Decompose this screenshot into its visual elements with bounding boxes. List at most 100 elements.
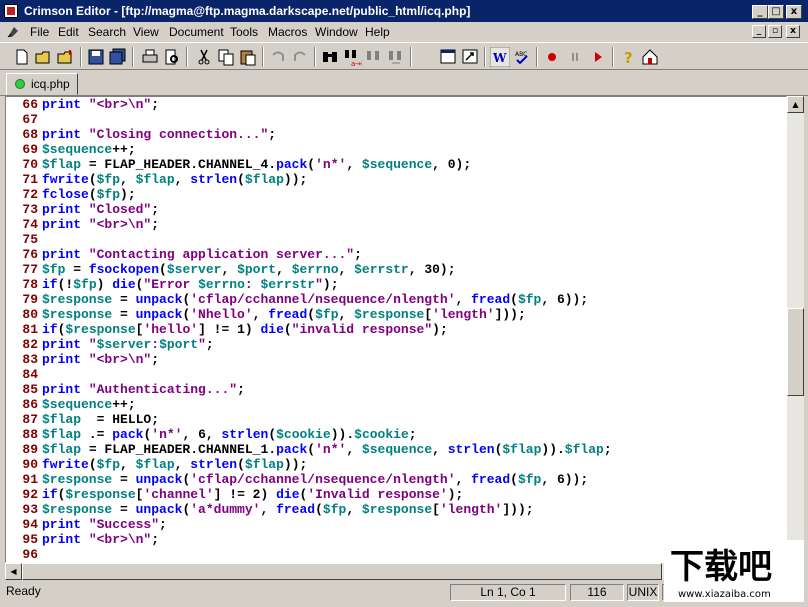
- menu-file[interactable]: File: [30, 25, 49, 39]
- line-number: 83: [22, 352, 38, 367]
- save-icon[interactable]: [86, 47, 106, 67]
- menu-window[interactable]: Window: [315, 25, 358, 39]
- ftp-icon[interactable]: [460, 47, 480, 67]
- print-icon[interactable]: [140, 47, 160, 67]
- horizontal-scroll-thumb[interactable]: [22, 563, 662, 580]
- help-icon[interactable]: ?: [618, 47, 638, 67]
- spell-check-icon[interactable]: ABC: [512, 47, 532, 67]
- find-next-icon[interactable]: a→b: [342, 47, 362, 67]
- watermark-url: www.xiazaiba.com: [678, 589, 771, 600]
- code-text: $sequence++;: [42, 142, 136, 157]
- code-text: print "<br>\n";: [42, 97, 160, 112]
- menu-edit[interactable]: Edit: [58, 25, 79, 39]
- code-text: print "<br>\n";: [42, 217, 160, 232]
- play-macro-icon[interactable]: [588, 47, 608, 67]
- code-text: if(!$fp) die("Error $errno: $errstr");: [42, 277, 339, 292]
- print-preview-icon[interactable]: [162, 47, 182, 67]
- code-text: if($response['hello'] != 1) die("invalid…: [42, 322, 448, 337]
- undo-icon[interactable]: [268, 47, 288, 67]
- status-message: Ready: [6, 584, 41, 598]
- line-number: 85: [22, 382, 38, 397]
- home-icon[interactable]: [640, 47, 660, 67]
- menu-help[interactable]: Help: [365, 25, 390, 39]
- minimize-button[interactable]: _: [752, 5, 768, 19]
- code-text: print "Contacting application server..."…: [42, 247, 362, 262]
- line-number: 87: [22, 412, 38, 427]
- vertical-scrollbar[interactable]: ▲ ▼: [787, 96, 804, 563]
- cut-icon[interactable]: [194, 47, 214, 67]
- toolbar-separator: [132, 47, 134, 67]
- menu-document[interactable]: Document: [169, 25, 224, 39]
- goto-icon[interactable]: [386, 47, 406, 67]
- toolbar: a→b W ABC ?: [0, 42, 808, 70]
- toolbar-separator: [262, 47, 264, 67]
- pause-macro-icon[interactable]: [565, 47, 585, 67]
- mdi-close-button[interactable]: x: [786, 25, 800, 38]
- code-text: fclose($fp);: [42, 187, 136, 202]
- watermark-title: 下载吧: [670, 547, 772, 587]
- toolbar-separator: [484, 47, 486, 67]
- watermark-logo: 下载吧 www.xiazaiba.com: [664, 540, 804, 602]
- find-icon[interactable]: [320, 47, 340, 67]
- line-number: 95: [22, 532, 38, 547]
- toolbar-separator: [410, 47, 412, 67]
- close-button[interactable]: x: [786, 5, 802, 19]
- line-number: 66: [22, 97, 38, 112]
- size-indicator: 116: [570, 584, 624, 601]
- line-number: 73: [22, 202, 38, 217]
- line-number: 84: [22, 367, 38, 382]
- copy-icon[interactable]: [216, 47, 236, 67]
- line-number: 68: [22, 127, 38, 142]
- line-number: 75: [22, 232, 38, 247]
- code-text: $response = unpack('a*dummy', fread($fp,…: [42, 502, 534, 517]
- tab-icq-php[interactable]: icq.php: [6, 73, 78, 95]
- app-logo-icon[interactable]: [4, 4, 18, 18]
- scroll-left-button[interactable]: ◀: [5, 563, 22, 580]
- redo-icon[interactable]: [290, 47, 310, 67]
- word-wrap-icon[interactable]: W: [490, 47, 510, 67]
- menu-macros[interactable]: Macros: [268, 25, 307, 39]
- toolbar-separator: [186, 47, 188, 67]
- mdi-window-icon[interactable]: [438, 47, 458, 67]
- line-number: 67: [22, 112, 38, 127]
- line-number: 78: [22, 277, 38, 292]
- code-text: print "$server:$port";: [42, 337, 214, 352]
- menu-view[interactable]: View: [133, 25, 159, 39]
- code-text: print "<br>\n";: [42, 352, 160, 367]
- mdi-restore-button[interactable]: ▫: [768, 25, 782, 38]
- line-number: 81: [22, 322, 38, 337]
- line-number: 69: [22, 142, 38, 157]
- line-number: 80: [22, 307, 38, 322]
- code-text: print "Success";: [42, 517, 167, 532]
- line-number: 86: [22, 397, 38, 412]
- code-text: print "Closing connection...";: [42, 127, 277, 142]
- replace-icon[interactable]: [364, 47, 384, 67]
- line-number: 76: [22, 247, 38, 262]
- code-editor[interactable]: 66 print "<br>\n"; 67 68 print "Closing conn…: [5, 96, 787, 563]
- toolbar-separator: [314, 47, 316, 67]
- document-icon[interactable]: [6, 25, 20, 39]
- line-number: 70: [22, 157, 38, 172]
- menu-tools[interactable]: Tools: [230, 25, 258, 39]
- line-number: 82: [22, 337, 38, 352]
- save-all-icon[interactable]: [108, 47, 128, 67]
- record-macro-icon[interactable]: [542, 47, 562, 67]
- open-recent-icon[interactable]: [56, 47, 76, 67]
- code-text: if($response['channel'] != 2) die('Inval…: [42, 487, 464, 502]
- code-text: fwrite($fp, $flap, strlen($flap));: [42, 172, 308, 187]
- open-folder-icon[interactable]: [34, 47, 54, 67]
- cursor-position: Ln 1, Co 1: [450, 584, 566, 601]
- code-text: fwrite($fp, $flap, strlen($flap));: [42, 457, 308, 472]
- menu-search[interactable]: Search: [88, 25, 126, 39]
- code-text: $response = unpack('cflap/cchannel/nsequ…: [42, 292, 589, 307]
- scroll-up-button[interactable]: ▲: [787, 96, 804, 113]
- paste-icon[interactable]: [238, 47, 258, 67]
- maximize-button[interactable]: □: [768, 5, 784, 19]
- code-text: print "Closed";: [42, 202, 160, 217]
- mdi-minimize-button[interactable]: _: [752, 25, 766, 38]
- code-text: print "<br>\n";: [42, 532, 160, 547]
- new-file-icon[interactable]: [12, 47, 32, 67]
- line-number: 79: [22, 292, 38, 307]
- line-number: 94: [22, 517, 38, 532]
- vertical-scroll-thumb[interactable]: [787, 308, 804, 396]
